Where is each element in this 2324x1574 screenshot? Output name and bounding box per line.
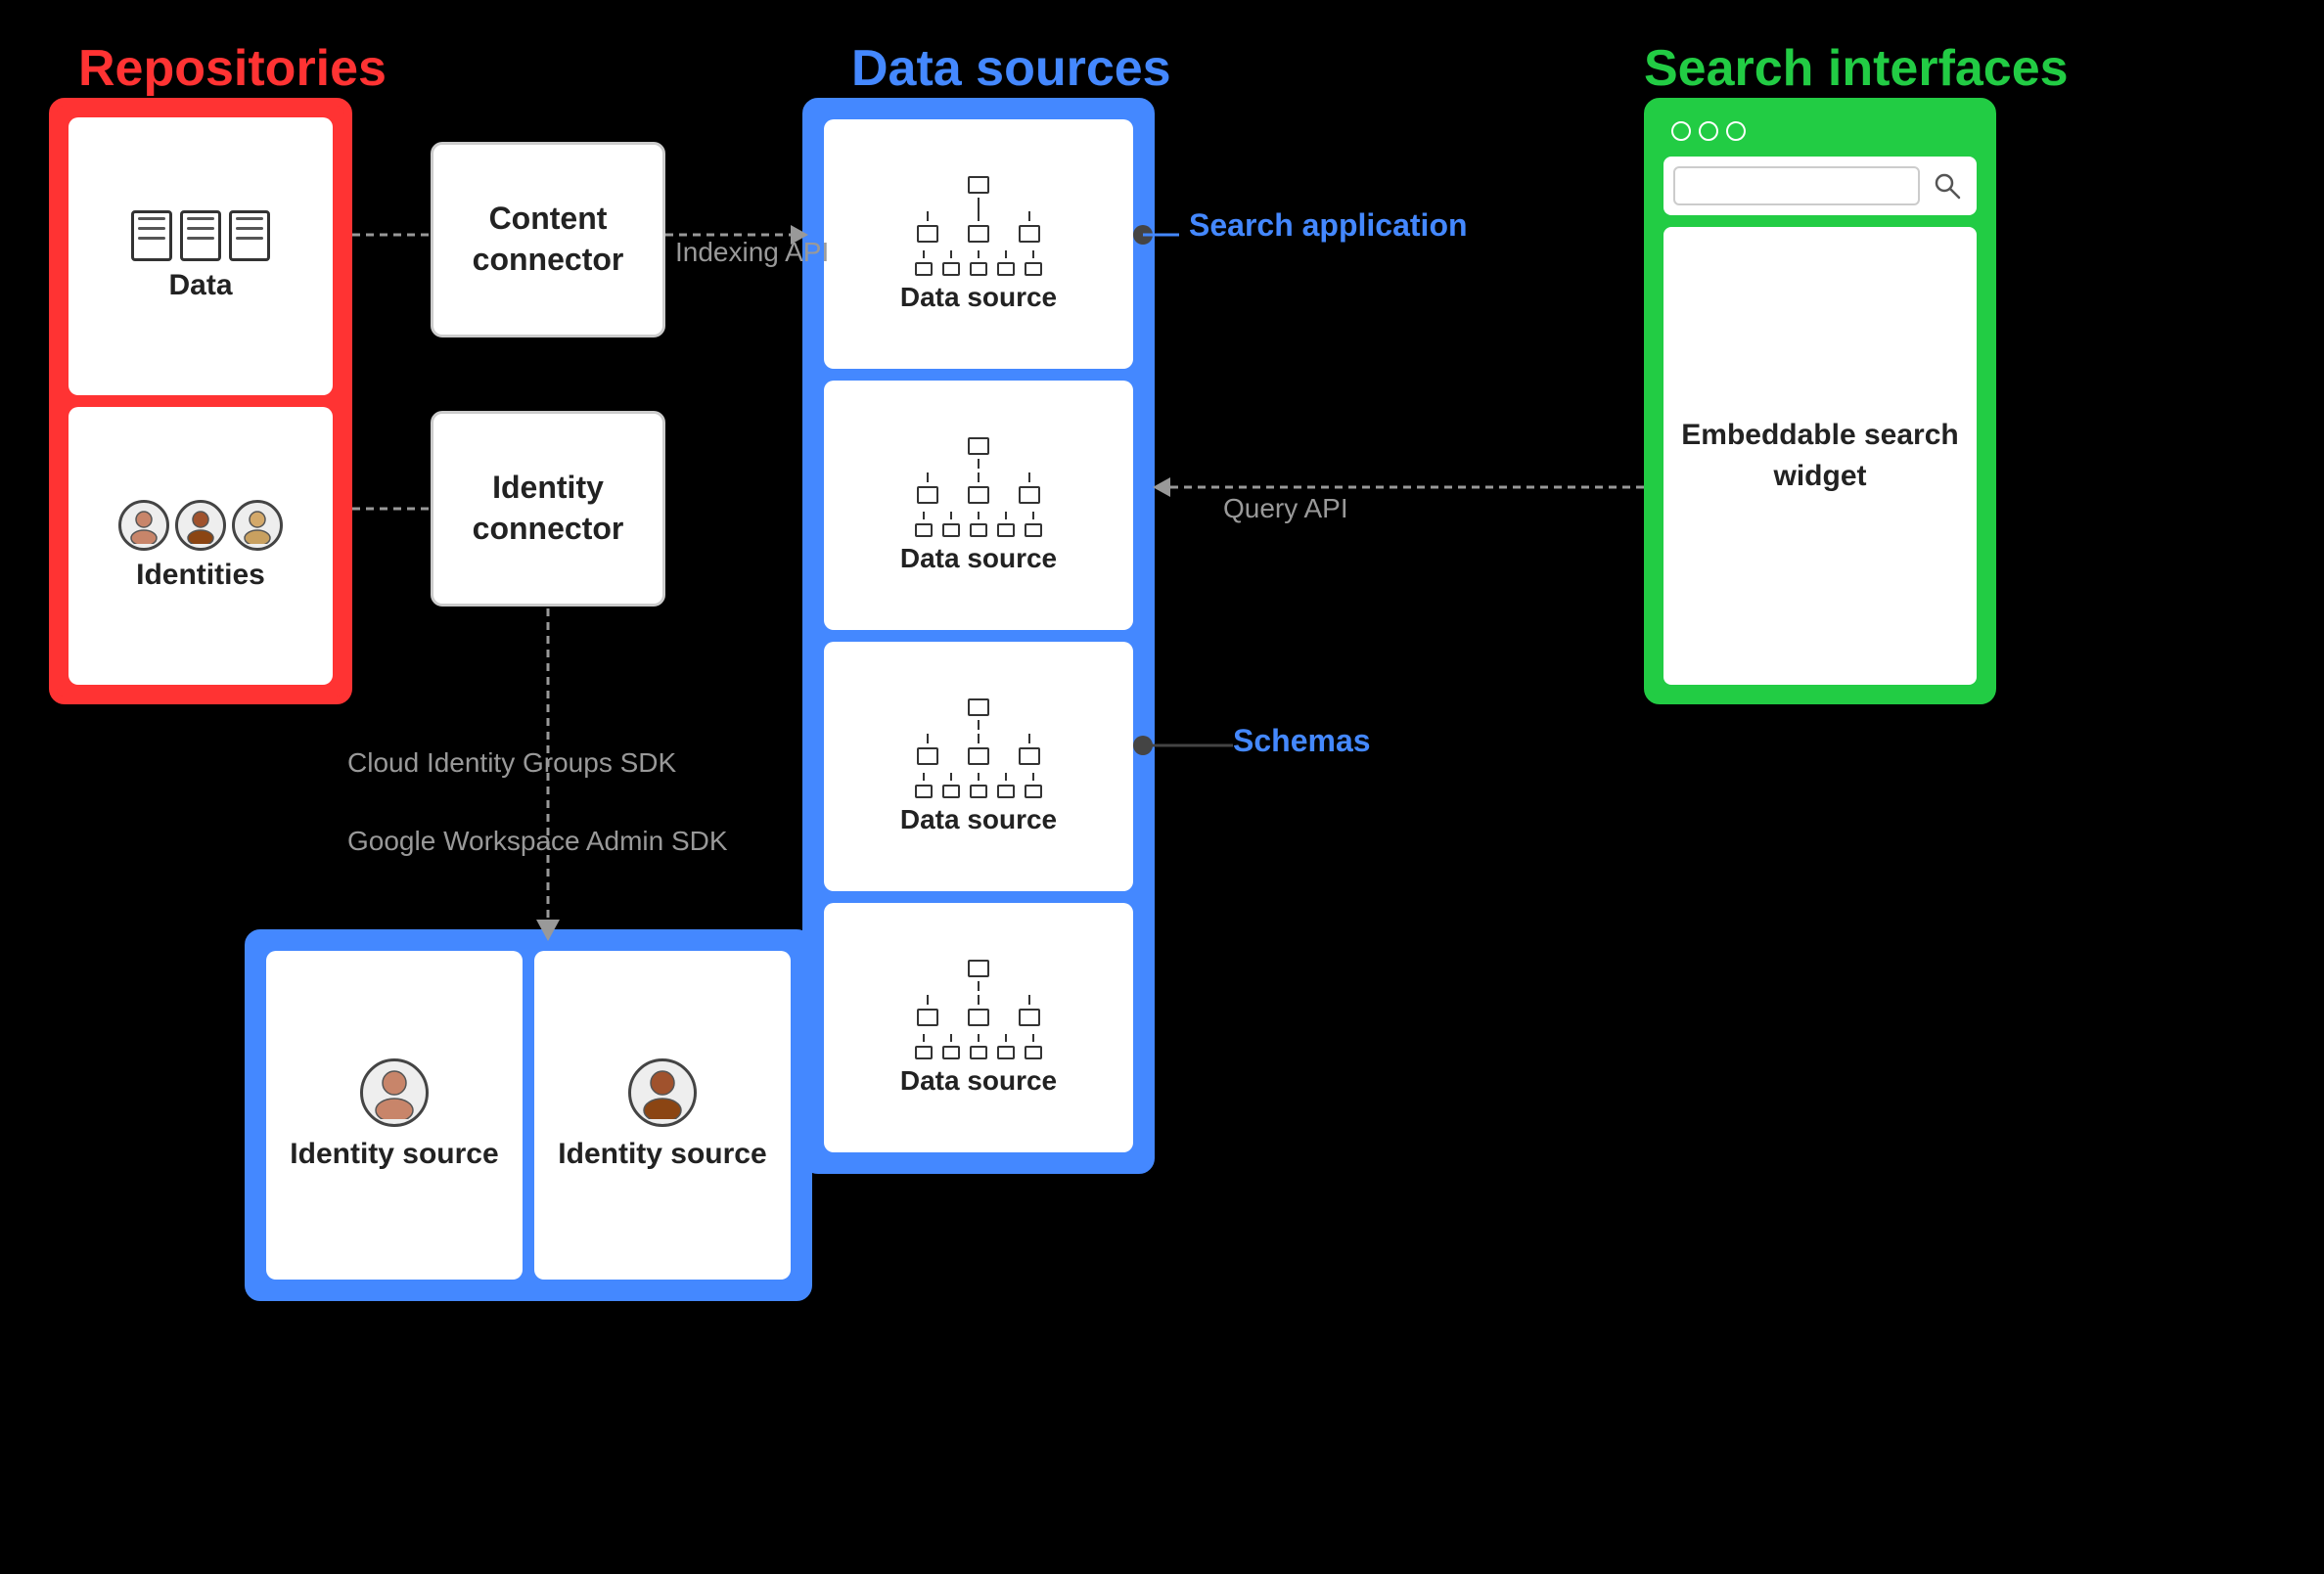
circle-dot-3 bbox=[1726, 121, 1746, 141]
search-top-bar bbox=[1663, 117, 1977, 145]
schemas-label: Schemas bbox=[1233, 719, 1371, 763]
data-source-2-label: Data source bbox=[900, 543, 1057, 574]
content-connector-label: Content connector bbox=[433, 199, 662, 280]
search-widget-label: Embeddable search widget bbox=[1663, 415, 1977, 497]
search-interfaces-box: Embeddable search widget bbox=[1644, 98, 1996, 704]
data-source-4: Data source bbox=[824, 903, 1133, 1152]
data-icons bbox=[131, 210, 270, 261]
search-widget-card: Embeddable search widget bbox=[1663, 227, 1977, 685]
person-icon-2 bbox=[175, 500, 226, 551]
search-bar-area bbox=[1663, 157, 1977, 215]
identity-sources-box: Identity source Identity source bbox=[245, 929, 812, 1301]
identities-box: Identities bbox=[68, 407, 333, 685]
org-icon-3 bbox=[915, 698, 1042, 798]
org-icon-4 bbox=[915, 960, 1042, 1059]
google-workspace-label: Google Workspace Admin SDK bbox=[347, 822, 728, 860]
query-api-label: Query API bbox=[1223, 489, 1348, 527]
data-source-3: Data source bbox=[824, 642, 1133, 891]
person-icon-1 bbox=[118, 500, 169, 551]
data-box: Data bbox=[68, 117, 333, 395]
datasources-label: Data sources bbox=[851, 39, 1171, 98]
google-workspace-text: Google Workspace Admin SDK bbox=[347, 826, 728, 856]
cloud-identity-text: Cloud Identity Groups SDK bbox=[347, 747, 676, 778]
identity-source-2: Identity source bbox=[534, 951, 791, 1280]
org-icon-2 bbox=[915, 437, 1042, 537]
content-connector-box: Content connector bbox=[431, 142, 665, 337]
data-source-2: Data source bbox=[824, 381, 1133, 630]
datasources-box: Data source bbox=[802, 98, 1155, 1174]
person-icon-3 bbox=[232, 500, 283, 551]
repositories-box: Data bbox=[49, 98, 352, 704]
org-icon-1 bbox=[915, 176, 1042, 276]
data-source-4-label: Data source bbox=[900, 1065, 1057, 1097]
search-application-label: Search application bbox=[1189, 205, 1468, 247]
repositories-label: Repositories bbox=[78, 39, 387, 98]
diagram-container: Repositories Data sources Search interfa… bbox=[0, 0, 2324, 1574]
identity-source-1-icon bbox=[360, 1058, 429, 1127]
doc-icon-1 bbox=[131, 210, 172, 261]
data-source-1-label: Data source bbox=[900, 282, 1057, 313]
data-label: Data bbox=[168, 269, 232, 302]
search-icon bbox=[1928, 166, 1967, 205]
circle-dot-2 bbox=[1699, 121, 1718, 141]
doc-icon-2 bbox=[180, 210, 221, 261]
data-source-1: Data source bbox=[824, 119, 1133, 369]
circle-dot-1 bbox=[1671, 121, 1691, 141]
identity-source-2-label: Identity source bbox=[558, 1135, 766, 1173]
identity-source-1: Identity source bbox=[266, 951, 523, 1280]
indexing-api-label: Indexing API bbox=[675, 233, 829, 271]
search-interfaces-label: Search interfaces bbox=[1644, 39, 2069, 98]
doc-icon-3 bbox=[229, 210, 270, 261]
identity-source-2-icon bbox=[628, 1058, 697, 1127]
identity-source-1-label: Identity source bbox=[290, 1135, 498, 1173]
identity-icons bbox=[118, 500, 283, 551]
identity-connector-label: Identity connector bbox=[433, 468, 662, 549]
search-input-bar[interactable] bbox=[1673, 166, 1920, 205]
cloud-identity-label: Cloud Identity Groups SDK bbox=[347, 743, 676, 782]
identities-label: Identities bbox=[136, 559, 265, 592]
data-source-3-label: Data source bbox=[900, 804, 1057, 835]
identity-connector-box: Identity connector bbox=[431, 411, 665, 607]
